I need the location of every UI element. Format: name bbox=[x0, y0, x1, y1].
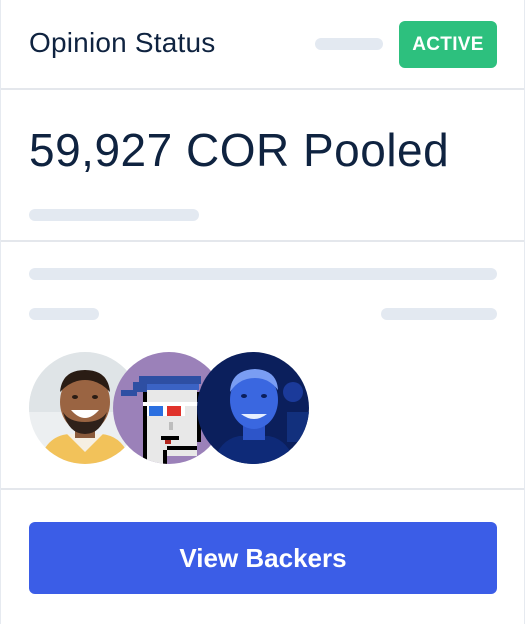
amount-subtitle-skeleton bbox=[29, 209, 199, 221]
backer-avatars bbox=[29, 352, 329, 464]
backer-avatar-blue-man[interactable] bbox=[197, 352, 309, 464]
right-stat-skeleton bbox=[381, 308, 497, 320]
card-title: Opinion Status bbox=[29, 27, 216, 58]
section-divider-bottom bbox=[1, 488, 524, 490]
left-stat-skeleton bbox=[29, 308, 99, 320]
opinion-status-card: Opinion Status ACTIVE 59,927 COR Pooled bbox=[0, 0, 525, 624]
section-divider bbox=[1, 240, 524, 242]
pooled-amount: 59,927 COR Pooled bbox=[29, 124, 450, 176]
progress-skeleton-bar bbox=[29, 268, 497, 280]
view-backers-button[interactable]: View Backers bbox=[29, 522, 497, 594]
status-badge: ACTIVE bbox=[399, 21, 497, 68]
header-skeleton-placeholder bbox=[315, 38, 383, 50]
card-header: Opinion Status ACTIVE bbox=[1, 0, 524, 90]
